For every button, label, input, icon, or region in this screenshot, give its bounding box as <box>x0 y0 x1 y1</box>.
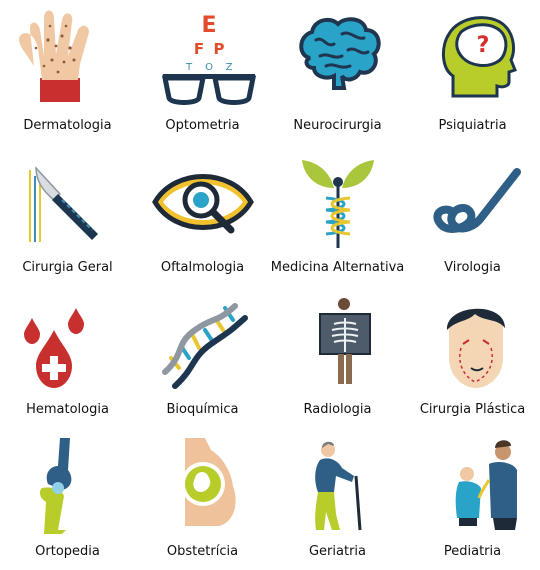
specialty-ortopedia: Ortopedia <box>0 426 135 568</box>
specialty-label: Dermatologia <box>23 118 112 133</box>
specialty-oftalmologia: Oftalmologia <box>135 142 270 284</box>
specialty-bioquimica: Bioquímica <box>135 284 270 426</box>
specialty-dermatologia: Dermatologia <box>0 0 135 142</box>
chart-letter: Z <box>226 62 233 73</box>
specialty-label: Psiquiatria <box>438 118 507 133</box>
specialty-medicina-alternativa: Medicina Alternativa <box>270 142 405 284</box>
xray-icon <box>319 298 371 384</box>
specialty-virologia: Virologia <box>405 142 540 284</box>
specialty-label: Pediatria <box>443 544 502 559</box>
specialty-label: Ortopedia <box>35 544 100 559</box>
specialty-geriatria: Geriatria <box>270 426 405 568</box>
specialty-hematologia: Hematologia <box>0 284 135 426</box>
specialty-radiologia: Radiologia <box>270 284 405 426</box>
chart-letter: F <box>194 40 204 58</box>
elderly-person-icon <box>315 441 362 531</box>
specialty-label: Bioquímica <box>166 402 239 417</box>
doctor-child-icon <box>455 440 517 530</box>
specialties-grid: Dermatologia E F P T O Z Optometria Neur… <box>0 0 540 570</box>
pregnancy-icon <box>181 438 236 526</box>
specialty-label: Oftalmologia <box>160 260 245 275</box>
face-surgery-icon <box>446 308 505 388</box>
specialty-label: Cirurgia Plástica <box>419 402 526 417</box>
specialty-cirurgia-geral: Cirurgia Geral <box>0 142 135 284</box>
scalpel-icon <box>29 166 98 242</box>
specialty-label: Virologia <box>444 260 501 275</box>
head-question-icon: ? <box>442 16 517 98</box>
virus-icon <box>433 168 521 233</box>
specialty-label: Radiologia <box>303 402 372 417</box>
hand-icon <box>19 10 89 102</box>
knee-joint-icon <box>39 438 72 534</box>
specialty-psiquiatria: ? Psiquiatria <box>405 0 540 142</box>
chart-letter: E <box>201 13 216 38</box>
blood-drops-icon <box>24 308 84 388</box>
specialty-optometria: E F P T O Z Optometria <box>135 0 270 142</box>
specialty-label: Neurocirurgia <box>293 118 382 133</box>
dna-icon <box>162 303 248 389</box>
specialty-label: Geriatria <box>308 544 366 559</box>
specialty-label: Hematologia <box>26 402 109 417</box>
specialty-neurocirurgia: Neurocirurgia <box>270 0 405 142</box>
chart-letter: O <box>205 62 213 73</box>
eye-magnifier-icon <box>152 174 254 234</box>
chart-letter: P <box>214 40 225 58</box>
specialty-cirurgia-plastica: Cirurgia Plástica <box>405 284 540 426</box>
brain-icon <box>299 17 381 90</box>
specialty-pediatria: Pediatria <box>405 426 540 568</box>
caduceus-leaves-icon <box>302 160 374 248</box>
specialty-label: Medicina Alternativa <box>270 260 405 275</box>
specialty-label: Obstetrícia <box>166 544 239 559</box>
specialty-obstetricia: Obstetrícia <box>135 426 270 568</box>
chart-letter: T <box>185 62 193 73</box>
question-mark: ? <box>477 33 490 58</box>
specialty-label: Optometria <box>165 118 240 133</box>
eye-chart-glasses-icon: E F P T O Z <box>161 13 257 105</box>
specialty-label: Cirurgia Geral <box>22 260 113 275</box>
